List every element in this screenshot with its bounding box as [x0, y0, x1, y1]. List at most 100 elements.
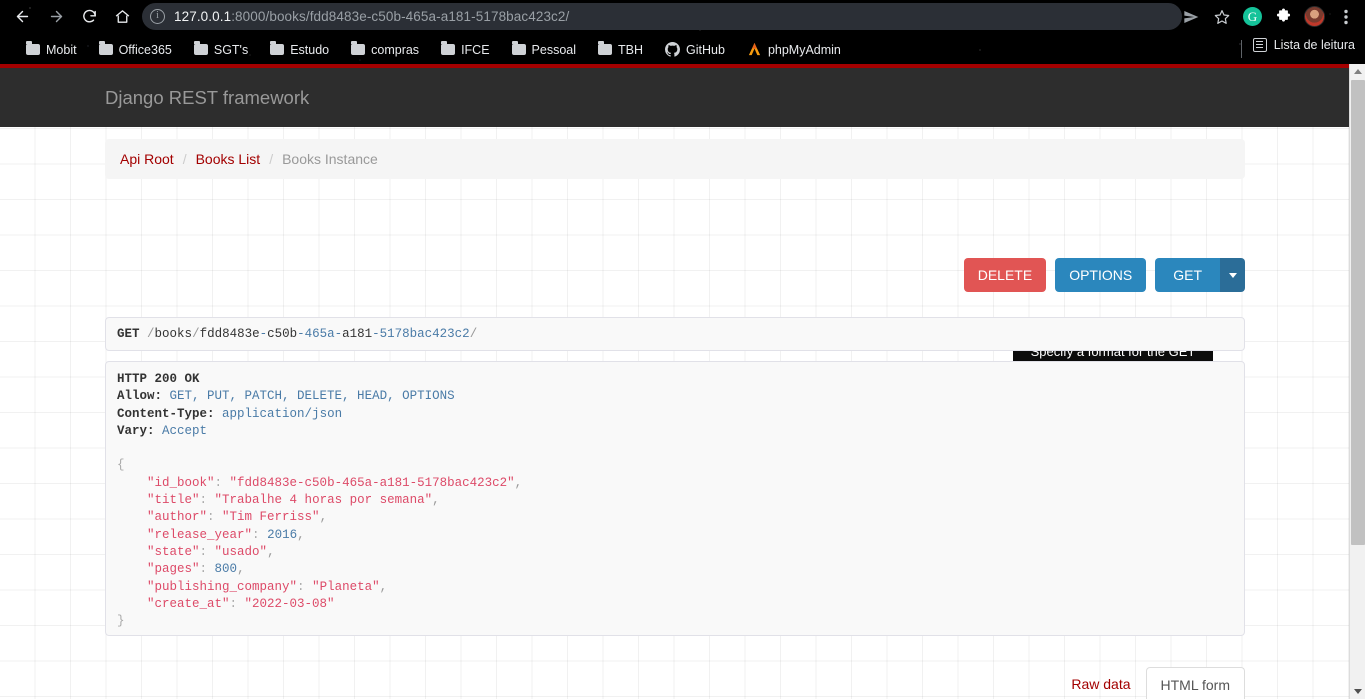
- bookmark-sgts[interactable]: SGT's: [193, 41, 248, 57]
- json-key-publishing_company: "publishing_company": [147, 579, 298, 594]
- grammarly-extension-icon[interactable]: G: [1239, 3, 1266, 30]
- reading-list-button[interactable]: Lista de leitura: [1240, 38, 1355, 58]
- reading-list-label: Lista de leitura: [1273, 38, 1355, 52]
- star-glyph: [1214, 9, 1229, 24]
- json-key-state: "state": [147, 544, 200, 559]
- response-status-line: HTTP 200 OK: [117, 372, 200, 386]
- folder-icon: [441, 41, 456, 55]
- home-button[interactable]: [108, 2, 136, 30]
- header-allow-value: GET, PUT, PATCH, DELETE, HEAD, OPTIONS: [169, 389, 455, 404]
- json-value-pages: 800: [214, 562, 238, 577]
- chrome-toolbar-icons: G: [1177, 2, 1359, 31]
- chevron-down-icon: [1228, 272, 1237, 278]
- bookmark-tbh[interactable]: TBH: [598, 41, 644, 57]
- header-content-type-value: application/json: [222, 406, 343, 421]
- form-tabs: Raw data HTML form: [1056, 666, 1245, 699]
- options-button[interactable]: OPTIONS: [1055, 258, 1147, 292]
- json-value-create_at: "2022-03-08": [244, 596, 335, 611]
- request-method: GET: [117, 327, 140, 341]
- json-key-author: "author": [147, 510, 208, 525]
- browser-chrome: i 127.0.0.1:8000/books/fdd8483e-c50b-465…: [0, 0, 1365, 64]
- grammarly-glyph: G: [1243, 7, 1262, 26]
- json-value-state: "usado": [214, 544, 268, 559]
- scrollbar-up-button[interactable]: [1350, 64, 1365, 79]
- folder-icon: [98, 41, 113, 55]
- bookmark-mobit[interactable]: Mobit: [26, 41, 77, 57]
- breadcrumb-api-root[interactable]: Api Root: [120, 151, 174, 167]
- json-value-id_book: "fdd8483e-c50b-465a-a181-5178bac423c2": [229, 475, 515, 490]
- share-icon[interactable]: [1177, 3, 1204, 30]
- json-key-pages: "pages": [147, 562, 200, 577]
- bookmark-estudo[interactable]: Estudo: [270, 41, 330, 57]
- bookmark-label: Mobit: [46, 42, 77, 57]
- breadcrumb: Api Root / Books List / Books Instance: [105, 139, 1245, 179]
- site-info-icon[interactable]: i: [150, 9, 165, 24]
- profile-avatar[interactable]: [1301, 3, 1328, 30]
- bookmark-pessoal[interactable]: Pessoal: [511, 41, 577, 57]
- scrollbar-down-button[interactable]: [1350, 684, 1365, 699]
- json-value-title: "Trabalhe 4 horas por semana": [214, 493, 433, 508]
- request-line-box: GET /books/fdd8483e-c50b-465a-a181-5178b…: [105, 317, 1245, 351]
- folder-icon: [351, 41, 366, 55]
- drf-navbar: Django REST framework: [0, 68, 1365, 127]
- bookmark-compras[interactable]: compras: [351, 41, 420, 57]
- bookmark-label: IFCE: [461, 42, 490, 57]
- arrow-left-icon: [16, 10, 28, 22]
- json-open-brace: {: [117, 458, 125, 473]
- json-key-create_at: "create_at": [147, 596, 230, 611]
- get-format-dropdown-button[interactable]: [1220, 258, 1245, 292]
- json-close-brace: }: [117, 614, 125, 629]
- bookmark-label: Estudo: [290, 42, 330, 57]
- reading-list-icon: [1252, 38, 1267, 52]
- address-bar[interactable]: i 127.0.0.1:8000/books/fdd8483e-c50b-465…: [142, 3, 1182, 30]
- header-vary-key: Vary:: [117, 423, 155, 438]
- breadcrumb-books-list[interactable]: Books List: [196, 151, 261, 167]
- json-key-id_book: "id_book": [147, 475, 215, 490]
- breadcrumb-separator: /: [269, 151, 274, 167]
- puzzle-glyph: [1276, 8, 1291, 22]
- bookmark-phpmyadmin[interactable]: phpMyAdmin: [747, 42, 841, 57]
- extensions-puzzle-icon[interactable]: [1270, 3, 1297, 30]
- triangle-down-icon: [1353, 689, 1362, 694]
- bookmark-star-icon[interactable]: [1208, 3, 1235, 30]
- home-icon: [115, 9, 129, 23]
- page-scrollbar[interactable]: [1349, 64, 1365, 699]
- bookmark-label: Office365: [118, 42, 172, 57]
- delete-button[interactable]: DELETE: [963, 258, 1047, 292]
- bookmark-ifce[interactable]: IFCE: [441, 41, 490, 57]
- bookmark-label: compras: [371, 42, 420, 57]
- bookmark-label: Pessoal: [531, 42, 577, 57]
- phpmyadmin-icon: [748, 42, 761, 56]
- kebab-glyph: [1343, 9, 1348, 24]
- url-text: 127.0.0.1:8000/books/fdd8483e-c50b-465a-…: [174, 9, 569, 24]
- brand-title[interactable]: Django REST framework: [105, 87, 309, 109]
- action-buttons: DELETE OPTIONS GET Specify a format for …: [963, 258, 1245, 391]
- url-host: 127.0.0.1: [174, 9, 232, 24]
- bookmark-office365[interactable]: Office365: [98, 41, 172, 57]
- bookmark-label: phpMyAdmin: [767, 42, 841, 57]
- scrollbar-thumb[interactable]: [1351, 80, 1365, 545]
- header-allow-key: Allow:: [117, 389, 163, 404]
- folder-icon: [270, 41, 285, 55]
- share-glyph: [1183, 10, 1198, 23]
- bookmark-github[interactable]: GitHub: [665, 42, 725, 57]
- forward-button[interactable]: [42, 2, 70, 30]
- json-value-publishing_company: "Planeta": [312, 579, 380, 594]
- back-button[interactable]: [8, 2, 36, 30]
- get-button[interactable]: GET: [1155, 258, 1220, 292]
- reload-icon: [82, 9, 96, 22]
- reload-button[interactable]: [75, 2, 103, 30]
- request-path: /books/fdd8483e-c50b-465a-a181-5178bac42…: [147, 327, 478, 341]
- tab-html-form[interactable]: HTML form: [1145, 667, 1245, 699]
- triangle-up-icon: [1353, 69, 1362, 74]
- chrome-menu-kebab-icon[interactable]: [1332, 3, 1359, 30]
- avatar-image: [1304, 6, 1325, 27]
- bookmark-label: TBH: [618, 42, 644, 57]
- arrow-right-icon: [50, 10, 62, 22]
- get-button-group: GET: [1155, 258, 1245, 292]
- json-key-title: "title": [147, 493, 200, 508]
- url-path: :8000/books/fdd8483e-c50b-465a-a181-5178…: [231, 9, 570, 24]
- bookmarks-bar: Mobit Office365 SGT's Estudo compras IFC…: [0, 36, 1365, 63]
- header-content-type-key: Content-Type:: [117, 406, 215, 421]
- tab-raw-data[interactable]: Raw data: [1056, 666, 1145, 699]
